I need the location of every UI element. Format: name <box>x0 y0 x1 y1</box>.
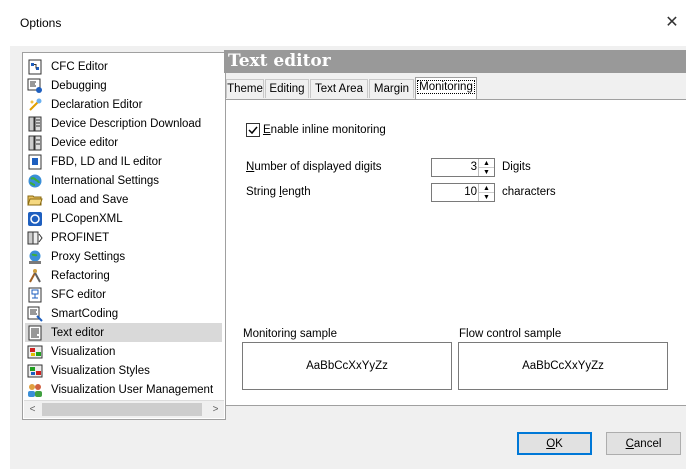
tree-item[interactable]: CFC Editor <box>25 57 222 76</box>
tree-item[interactable]: Refactoring <box>25 266 222 285</box>
tab-label: Theme <box>227 83 263 95</box>
category-tree[interactable]: CFC Editor Debugging Declaration Editor Dev… <box>22 52 226 420</box>
panel-heading: Text editor <box>224 50 686 73</box>
tree-item-label: PLCopenXML <box>51 212 123 225</box>
close-icon[interactable]: ✕ <box>662 12 682 32</box>
cancel-button[interactable]: Cancel <box>606 432 681 455</box>
declaration-editor-icon <box>27 97 43 113</box>
flow-control-sample-box: AaBbCcXxYyZz <box>458 342 668 390</box>
text-editor-icon <box>27 325 43 341</box>
tree-item[interactable]: Load and Save <box>25 190 222 209</box>
scroll-right-button[interactable]: > <box>207 401 224 418</box>
tree-item[interactable]: Visualization Styles <box>25 361 222 380</box>
tree-item[interactable]: PROFINET <box>25 228 222 247</box>
tab-monitoring[interactable]: Monitoring <box>415 77 477 99</box>
tree-item[interactable]: Declaration Editor <box>25 95 222 114</box>
fbd-ld-il-icon <box>27 154 43 170</box>
tab-label: Monitoring <box>417 80 475 94</box>
tree-item-label: Visualization Styles <box>51 364 150 377</box>
tree-item[interactable]: Text editor <box>25 323 222 342</box>
tree-item[interactable]: Visualization <box>25 342 222 361</box>
monitoring-sample-text: AaBbCcXxYyZz <box>306 360 388 372</box>
digits-unit-label: Digits <box>502 161 531 173</box>
displayed-digits-spinner[interactable]: 3 ▲ ▼ <box>431 158 495 177</box>
flow-control-sample-label: Flow control sample <box>459 328 562 340</box>
tree-item-label: Visualization <box>51 345 116 358</box>
tree-item-label: Device Description Download <box>51 117 202 130</box>
options-dialog: CFC Editor Debugging Declaration Editor Dev… <box>10 46 686 469</box>
device-description-icon <box>27 116 43 132</box>
tree-item-label: Proxy Settings <box>51 250 126 263</box>
tab-theme[interactable]: Theme <box>226 79 264 98</box>
monitoring-tab-page: Enable inline monitoring Number of displ… <box>225 99 686 406</box>
globe-icon <box>27 173 43 189</box>
tree-item[interactable]: PLCopenXML <box>25 209 222 228</box>
window-title: Options <box>20 16 62 30</box>
tab-text-area[interactable]: Text Area <box>310 79 368 98</box>
tab-label: Margin <box>373 83 410 95</box>
tree-item-label: PROFINET <box>51 231 110 244</box>
tree-item-label: International Settings <box>51 174 160 187</box>
tree-item-label: Load and Save <box>51 193 129 206</box>
enable-inline-monitoring-label: Enable inline monitoring <box>263 124 386 136</box>
cfc-editor-icon <box>27 59 43 75</box>
spin-up-icon[interactable]: ▲ <box>479 184 494 193</box>
users-icon <box>27 382 43 398</box>
monitoring-sample-label: Monitoring sample <box>243 328 337 340</box>
spin-down-icon[interactable]: ▼ <box>479 168 494 176</box>
tab-label: Editing <box>269 83 305 95</box>
tab-label: Text Area <box>315 83 363 95</box>
monitoring-sample-box: AaBbCcXxYyZz <box>242 342 452 390</box>
proxy-icon <box>27 249 43 265</box>
tree-item-label: Debugging <box>51 79 107 92</box>
visualization-icon <box>27 344 43 360</box>
device-editor-icon <box>27 135 43 151</box>
refactoring-icon <box>27 268 43 284</box>
tree-item-label: Refactoring <box>51 269 110 282</box>
profinet-icon <box>27 230 43 246</box>
tab-margin[interactable]: Margin <box>369 79 414 98</box>
tree-item[interactable]: SFC editor <box>25 285 222 304</box>
tree-item-label: Device editor <box>51 136 119 149</box>
title-bar: Options ✕ <box>0 0 686 46</box>
tree-item[interactable]: SmartCoding <box>25 304 222 323</box>
tree-item-label: FBD, LD and IL editor <box>51 155 162 168</box>
string-length-unit-label: characters <box>502 186 556 198</box>
tree-item-label: CFC Editor <box>51 60 108 73</box>
smartcoding-icon <box>27 306 43 322</box>
string-length-spinner[interactable]: 10 ▲ ▼ <box>431 183 495 202</box>
checkbox-box[interactable] <box>246 123 260 137</box>
string-length-label: String length <box>246 186 311 198</box>
tab-editing[interactable]: Editing <box>265 79 309 98</box>
tree-item-label: SFC editor <box>51 288 106 301</box>
tree-item-label: Visualization User Management <box>51 383 214 396</box>
flow-control-sample-text: AaBbCcXxYyZz <box>522 360 604 372</box>
displayed-digits-label: Number of displayed digits <box>246 161 382 173</box>
digits-value[interactable]: 3 <box>471 161 477 173</box>
tree-item-label: Declaration Editor <box>51 98 143 111</box>
enable-inline-monitoring-checkbox[interactable]: Enable inline monitoring <box>246 123 386 137</box>
tree-item[interactable]: Proxy Settings <box>25 247 222 266</box>
checkmark-icon <box>248 126 258 135</box>
tree-item-label: Text editor <box>51 326 105 339</box>
ok-button[interactable]: OK <box>517 432 592 455</box>
string-length-value[interactable]: 10 <box>464 186 477 198</box>
visualization-styles-icon <box>27 363 43 379</box>
tree-item-label: SmartCoding <box>51 307 119 320</box>
tree-item[interactable]: Device Description Download <box>25 114 222 133</box>
spin-down-icon[interactable]: ▼ <box>479 193 494 201</box>
tree-item[interactable]: Device editor <box>25 133 222 152</box>
tree-item[interactable]: Debugging <box>25 76 222 95</box>
spin-up-icon[interactable]: ▲ <box>479 159 494 168</box>
plcopenxml-icon <box>27 211 43 227</box>
debugging-icon <box>27 78 43 94</box>
tree-item[interactable]: International Settings <box>25 171 222 190</box>
horizontal-scrollbar[interactable]: < > <box>24 400 224 418</box>
scroll-left-button[interactable]: < <box>24 401 41 418</box>
sfc-editor-icon <box>27 287 43 303</box>
folder-open-icon <box>27 192 43 208</box>
scrollbar-thumb[interactable] <box>42 403 202 416</box>
tree-item[interactable]: Visualization User Management <box>25 380 222 399</box>
tree-item[interactable]: FBD, LD and IL editor <box>25 152 222 171</box>
